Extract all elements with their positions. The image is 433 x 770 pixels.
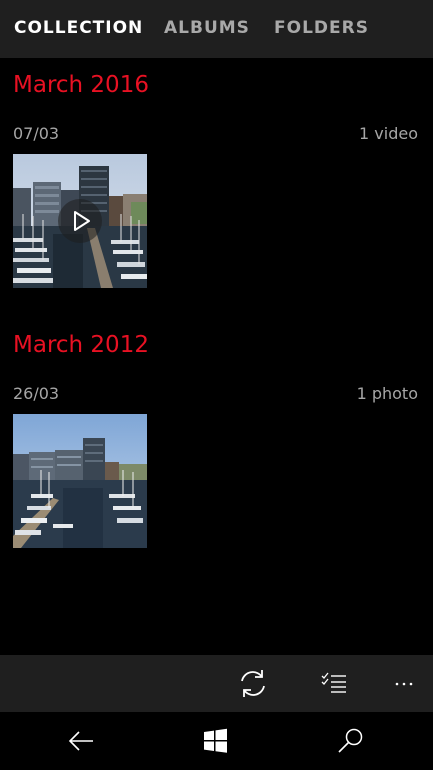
tab-collection[interactable]: COLLECTION xyxy=(14,17,143,39)
group-date: 07/03 xyxy=(13,124,60,143)
sync-icon xyxy=(241,670,265,697)
harbour-image xyxy=(13,414,147,548)
group-title-march-2016: March 2016 xyxy=(13,72,149,98)
tab-folders[interactable]: FOLDERS xyxy=(274,17,369,39)
app-bar xyxy=(0,655,433,712)
more-icon xyxy=(395,682,413,686)
play-icon xyxy=(74,211,90,231)
group-count: 1 video xyxy=(359,124,418,143)
sync-button[interactable] xyxy=(225,655,281,712)
back-icon xyxy=(68,731,93,751)
pivot-header: COLLECTION ALBUMS FOLDERS xyxy=(0,0,433,58)
windows-start-icon xyxy=(204,728,227,753)
select-list-icon xyxy=(321,672,346,693)
start-button[interactable] xyxy=(186,712,246,770)
navigation-bar xyxy=(0,712,433,770)
group-title-march-2012: March 2012 xyxy=(13,332,149,358)
video-thumbnail[interactable] xyxy=(13,154,147,288)
more-button[interactable] xyxy=(377,655,433,712)
group-date: 26/03 xyxy=(13,384,60,403)
play-button[interactable] xyxy=(58,199,102,243)
photo-thumbnail[interactable] xyxy=(13,414,147,548)
search-icon xyxy=(338,728,363,753)
back-button[interactable] xyxy=(52,712,112,770)
search-button[interactable] xyxy=(320,712,380,770)
group-count: 1 photo xyxy=(356,384,418,403)
tab-albums[interactable]: ALBUMS xyxy=(164,17,250,39)
select-button[interactable] xyxy=(306,655,362,712)
